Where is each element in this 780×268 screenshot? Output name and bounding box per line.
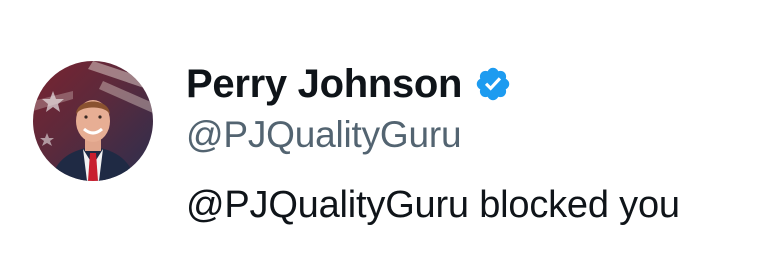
blocked-notice: @PJQualityGuru blocked you — [186, 184, 680, 226]
name-row: Perry Johnson — [186, 56, 512, 112]
verified-badge-icon[interactable] — [474, 65, 512, 103]
user-handle[interactable]: @PJQualityGuru — [186, 114, 462, 156]
display-name[interactable]: Perry Johnson — [186, 62, 462, 107]
avatar[interactable] — [33, 61, 153, 181]
